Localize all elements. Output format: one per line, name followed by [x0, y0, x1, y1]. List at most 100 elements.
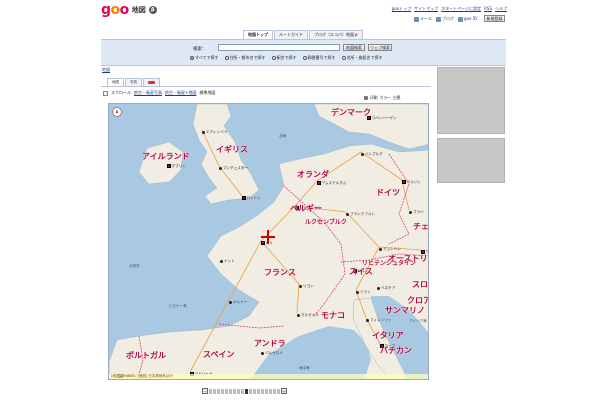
breadcrumb[interactable]: 地図 — [102, 67, 110, 73]
map-city-label[interactable]: ミュンヘン — [379, 247, 401, 252]
map-city-label[interactable]: ベルリン — [402, 180, 421, 185]
zoom-level-tick[interactable] — [257, 388, 260, 394]
map-country-label[interactable]: ベルギー — [290, 203, 322, 214]
zoom-level-tick[interactable] — [221, 388, 224, 394]
map-mode-tab-map[interactable]: 地図 — [107, 78, 124, 86]
mail-label: メール — [420, 16, 432, 21]
radio-facility[interactable]: 名所・施設名で探す — [341, 55, 383, 61]
top-links: gooトップ サイトマップ スタートページに設定 RSS ヘルプ — [392, 6, 507, 12]
map-canvas[interactable]: 北海 大西洋 ビスケー湾 地中海 アドリア海 コペンハーゲン ダブリン ロンドン アムステルダム… — [108, 103, 429, 380]
map-country-label[interactable]: チェコ — [413, 221, 428, 232]
map-mode-tab-car[interactable] — [143, 78, 160, 86]
top-link-rss[interactable]: RSS — [484, 6, 492, 12]
top-link-help[interactable]: ヘルプ — [495, 6, 507, 12]
map-city-label[interactable]: フランクフルト — [346, 212, 375, 217]
map-city-label[interactable]: リヨン — [299, 284, 314, 289]
aerial-map-link[interactable]: 航空・衛星+地図 — [165, 90, 196, 96]
print-mono-link[interactable]: 白黒 — [393, 95, 401, 101]
map-country-label[interactable]: フランス — [264, 267, 296, 278]
ad-banner-small[interactable] — [437, 138, 505, 183]
radio-postal[interactable]: 郵便番号で探す — [302, 55, 336, 61]
map-country-label[interactable]: イタリア — [372, 330, 404, 341]
tab-route-guide[interactable]: ルートガイド — [274, 30, 308, 39]
map-city-label[interactable]: プラハ — [409, 210, 424, 215]
zoom-level-tick[interactable] — [245, 388, 248, 394]
map-city-label[interactable]: ボルドー — [229, 300, 247, 305]
map-city-label[interactable]: マンチェスター — [219, 166, 248, 171]
map-country-label[interactable]: ドイツ — [376, 187, 400, 198]
map-city-label[interactable]: ナント — [220, 259, 235, 264]
map-search-button[interactable]: 地図検索 — [343, 44, 365, 51]
radio-all[interactable]: すべてで探す — [190, 55, 219, 61]
map-city-label[interactable]: バルセロナ — [261, 351, 283, 356]
goo-logo[interactable]: g o o 地図 β — [101, 3, 157, 17]
print-link[interactable]: 印刷 — [370, 95, 378, 101]
map-mode-tab-photo[interactable]: 写真 — [125, 78, 142, 86]
tab-map-top[interactable]: 地図トップ — [243, 30, 273, 39]
map-city-label[interactable]: アムステルダム — [317, 181, 346, 186]
zoom-level-tick[interactable] — [217, 388, 220, 394]
search-input[interactable] — [218, 44, 340, 51]
map-country-label[interactable]: スイス — [349, 266, 373, 277]
map-city-name: ロンドン — [246, 196, 261, 200]
map-city-label[interactable]: ミラノ — [356, 290, 371, 295]
zoom-level-tick[interactable] — [261, 388, 264, 394]
register-button[interactable]: 新規登録 — [484, 15, 505, 22]
map-country-label[interactable]: イギリス — [216, 144, 248, 155]
map-country-label[interactable]: オランダ — [297, 169, 329, 180]
tab-blog-map[interactable]: ブログ（エコバ）地図β — [309, 30, 363, 39]
map-city-label[interactable]: コペンハーゲン — [367, 116, 397, 121]
map-city-label[interactable]: ロンドン — [242, 196, 261, 201]
map-country-label[interactable]: モナコ — [321, 310, 345, 321]
top-link-sitemap[interactable]: サイトマップ — [414, 6, 438, 12]
map-country-label[interactable]: スロベニア — [412, 279, 428, 290]
radio-station[interactable]: 駅名で探す — [271, 55, 297, 61]
zoom-level-tick[interactable] — [269, 388, 272, 394]
map-country-label[interactable]: サンマリノ — [385, 305, 425, 316]
map-country-label[interactable]: ルクセンブルク — [305, 217, 347, 226]
map-city-label[interactable]: エディンバラ — [202, 130, 227, 135]
zoom-level-tick[interactable] — [241, 388, 244, 394]
map-country-label[interactable]: オーストリア — [388, 253, 428, 264]
zoom-in-button[interactable]: ＋ — [281, 388, 287, 394]
map-country-label[interactable]: バチカン — [380, 345, 412, 356]
map-city-name: ミラノ — [360, 290, 371, 294]
web-search-button[interactable]: ウェブ検索 — [368, 44, 392, 51]
map-country-label[interactable]: アンドラ — [254, 338, 286, 349]
zoom-level-tick[interactable] — [265, 388, 268, 394]
zoom-out-button[interactable]: － — [202, 388, 208, 394]
map-city-label[interactable]: ダブリン — [167, 164, 186, 169]
zoom-level-tick[interactable] — [237, 388, 240, 394]
top-link-start-page[interactable]: スタートページに設定 — [441, 6, 481, 12]
map-city-label[interactable]: フィレンツェ — [366, 318, 392, 323]
map-country-label[interactable]: アイルランド — [142, 151, 190, 162]
zoom-level-tick[interactable] — [225, 388, 228, 394]
zoom-level-tick[interactable] — [273, 388, 276, 394]
aerial-photo-link[interactable]: 航空・衛星写真 — [134, 90, 162, 96]
map-city-label[interactable]: マルセイユ — [297, 313, 319, 318]
zoom-level-tick[interactable] — [249, 388, 252, 394]
map-country-label[interactable]: スペイン — [203, 349, 234, 360]
mail-link[interactable]: メール — [414, 16, 432, 22]
zoom-level-tick[interactable] — [213, 388, 216, 394]
zoom-level-tick[interactable] — [233, 388, 236, 394]
map-city-label[interactable]: ベネチア — [377, 286, 395, 291]
map-city-name: リヨン — [303, 284, 314, 288]
print-color-link[interactable]: カラー — [380, 95, 391, 101]
zoom-level-tick[interactable] — [277, 388, 280, 394]
radio-facility-dot — [341, 56, 346, 60]
zoom-level-tick[interactable] — [209, 388, 212, 394]
pencil-icon — [436, 16, 441, 22]
map-city-label[interactable]: ハンブルク — [361, 152, 383, 157]
map-country-label[interactable]: デンマーク — [331, 107, 371, 118]
compass-icon[interactable] — [112, 107, 122, 117]
ad-banner-large[interactable] — [437, 67, 505, 134]
zoom-level-tick[interactable] — [229, 388, 232, 394]
map-country-label[interactable]: ポルトガル — [126, 350, 166, 361]
radio-address[interactable]: 住所・都市名で探す — [224, 55, 266, 61]
gooid-link[interactable]: goo ID — [458, 16, 477, 22]
zoom-level-tick[interactable] — [253, 388, 256, 394]
top-link-goo-top[interactable]: gooトップ — [392, 6, 411, 12]
blog-link[interactable]: ブログ — [436, 16, 454, 22]
scroll-arrow-icon[interactable] — [103, 90, 108, 96]
